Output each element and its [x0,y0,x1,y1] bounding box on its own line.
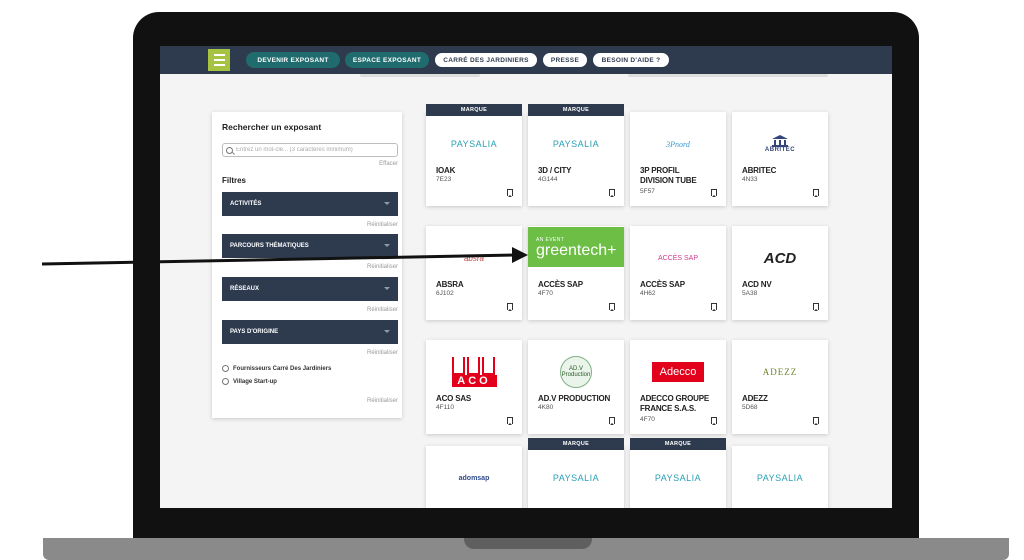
pointer-arrow-icon [41,247,528,266]
